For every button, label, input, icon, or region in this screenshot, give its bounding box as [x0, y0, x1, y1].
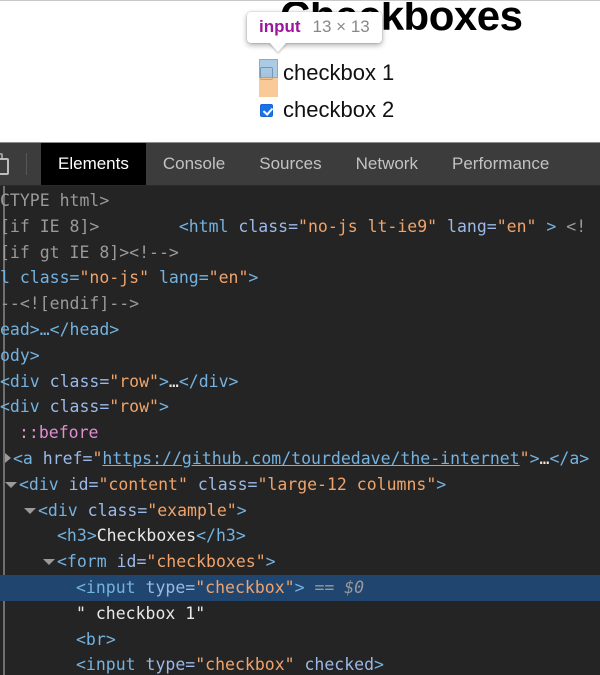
dom-tree-line-text: ead>…</head>: [0, 317, 600, 343]
dom-tree-line-text: <a href="https://github.com/tourdedave/t…: [0, 446, 600, 472]
dom-tree-line-text: [if gt IE 8]><!-->: [0, 240, 600, 266]
dom-tree-line[interactable]: <div class="row">: [0, 394, 600, 420]
dom-tree-line[interactable]: CTYPE html>: [0, 188, 600, 214]
tab-performance[interactable]: Performance: [435, 143, 566, 185]
dom-tree-line-text: CTYPE html>: [0, 188, 600, 214]
dom-tree-line-text: <input type="checkbox"> == $0: [0, 575, 600, 601]
tab-sources[interactable]: Sources: [242, 143, 338, 185]
dom-tree-line-text: <input type="checkbox" checked>: [0, 652, 600, 675]
dom-tree-line-text: <div class="row">…</div>: [0, 369, 600, 395]
tab-label: Performance: [452, 154, 549, 174]
tab-network[interactable]: Network: [339, 143, 435, 185]
toolbar-separator: [26, 153, 27, 175]
dom-tree-line-text: ody>: [0, 343, 600, 369]
dom-tree-line[interactable]: [if IE 8]> <html class="no-js lt-ie9" la…: [0, 214, 600, 240]
dom-tree-line-text: --<![endif]-->: [0, 291, 600, 317]
device-toolbar-icon[interactable]: [0, 143, 12, 185]
dom-tree-line-text: <form id="checkboxes">: [0, 549, 600, 575]
dom-tree-line[interactable]: ody>: [0, 343, 600, 369]
device-toolbar-glyph: [0, 153, 10, 175]
tab-label: Elements: [58, 154, 129, 174]
dom-tree-line[interactable]: <div class="row">…</div>: [0, 369, 600, 395]
disclosure-triangle-expanded[interactable]: [24, 508, 36, 514]
devtools-tab-strip: Elements Console Sources Network Performance: [41, 143, 566, 185]
checkbox-2-input[interactable]: [260, 104, 273, 117]
dom-tree-line-text: l class="no-js" lang="en">: [0, 265, 600, 291]
dom-tree-line[interactable]: " checkbox 1": [0, 601, 600, 627]
tab-console[interactable]: Console: [146, 143, 242, 185]
inspector-tooltip-tag: input: [259, 17, 301, 37]
dom-tree-line-text: <div class="example">: [0, 498, 600, 524]
checkbox-row-1[interactable]: checkbox 1: [260, 60, 394, 86]
dom-tree-line-text: ::before: [0, 420, 600, 446]
dom-tree-line-selected[interactable]: <input type="checkbox"> == $0: [0, 575, 600, 601]
devtools-screenshot: Checkboxes checkbox 1 checkbox 2 input 1…: [0, 0, 600, 675]
dom-tree-line-text: <div class="row">: [0, 394, 600, 420]
disclosure-triangle-expanded[interactable]: [5, 482, 17, 488]
disclosure-triangle-expanded[interactable]: [43, 559, 55, 565]
checkbox-row-2[interactable]: checkbox 2: [260, 97, 394, 123]
inspector-tooltip: input 13 × 13: [247, 12, 382, 43]
dom-tree-line[interactable]: <input type="checkbox" checked>: [0, 652, 600, 675]
page-viewport: Checkboxes checkbox 1 checkbox 2 input 1…: [0, 0, 600, 143]
dom-tree-line-text: " checkbox 1": [0, 601, 600, 627]
dom-tree-line[interactable]: <div id="content" class="large-12 column…: [0, 472, 600, 498]
dom-tree-line[interactable]: [if gt IE 8]><!-->: [0, 240, 600, 266]
dom-tree-line[interactable]: <br>: [0, 627, 600, 653]
dom-tree-line-text: <br>: [0, 627, 600, 653]
dom-tree-line[interactable]: <a href="https://github.com/tourdedave/t…: [0, 446, 600, 472]
dom-tree-line[interactable]: ::before: [0, 420, 600, 446]
dom-tree-line[interactable]: <div class="example">: [0, 498, 600, 524]
checkbox-2-label: checkbox 2: [283, 97, 394, 123]
tab-label: Console: [163, 154, 225, 174]
devtools-toolbar: Elements Console Sources Network Performance: [0, 143, 600, 186]
dom-tree-line-text: <h3>Checkboxes</h3>: [0, 523, 600, 549]
dom-tree-lines: CTYPE html>[if IE 8]> <html class="no-js…: [0, 188, 600, 675]
dom-tree-line[interactable]: --<![endif]-->: [0, 291, 600, 317]
dom-tree-line[interactable]: <h3>Checkboxes</h3>: [0, 523, 600, 549]
devtools-panel: Elements Console Sources Network Performance…: [0, 143, 600, 675]
dom-tree-line-text: <div id="content" class="large-12 column…: [0, 472, 600, 498]
dom-tree-line[interactable]: ead>…</head>: [0, 317, 600, 343]
checkbox-1-label: checkbox 1: [283, 60, 394, 86]
page-content: Checkboxes checkbox 1 checkbox 2 input 1…: [1, 2, 599, 141]
dom-tree-view[interactable]: CTYPE html>[if IE 8]> <html class="no-js…: [0, 186, 600, 675]
tab-label: Network: [356, 154, 418, 174]
checkbox-1-input[interactable]: [260, 67, 273, 80]
inspector-tooltip-dimensions: 13 × 13: [313, 17, 370, 37]
dom-tree-line-text: [if IE 8]> <html class="no-js lt-ie9" la…: [0, 214, 600, 240]
tab-elements[interactable]: Elements: [41, 143, 146, 185]
dom-tree-line[interactable]: l class="no-js" lang="en">: [0, 265, 600, 291]
disclosure-triangle-collapsed[interactable]: [5, 453, 11, 463]
tab-label: Sources: [259, 154, 321, 174]
dom-tree-line[interactable]: <form id="checkboxes">: [0, 549, 600, 575]
